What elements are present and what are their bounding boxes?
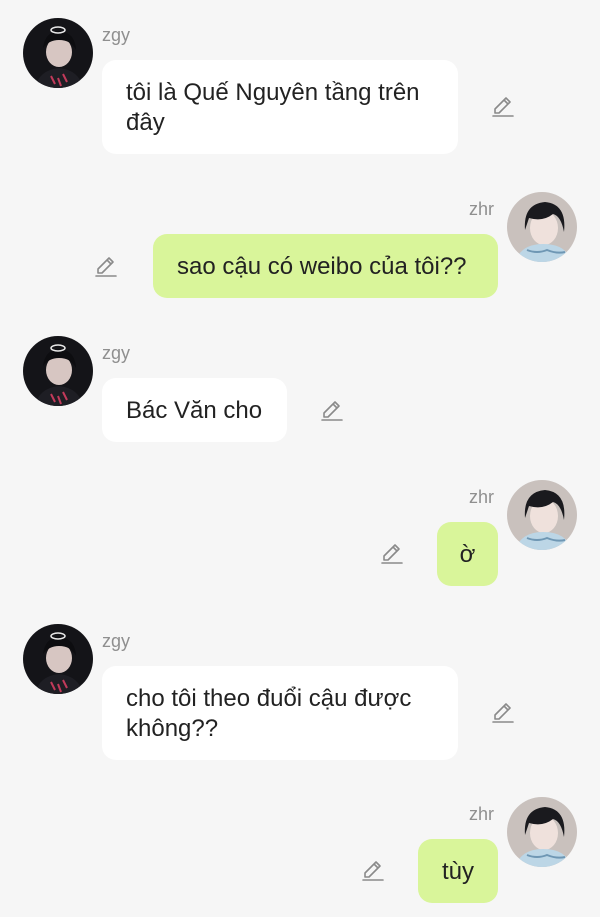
- sender-name: zgy: [102, 25, 131, 45]
- avatar-image: [507, 480, 577, 550]
- avatar-image: [507, 797, 577, 867]
- pencil-icon[interactable]: [490, 700, 516, 726]
- message-row: zgy Bác Văn cho: [0, 336, 600, 446]
- message-bubble[interactable]: Bác Văn cho: [102, 378, 287, 442]
- avatar-image: [23, 336, 93, 406]
- avatar-zgy[interactable]: [23, 18, 93, 88]
- pencil-icon[interactable]: [93, 254, 119, 280]
- avatar-image: [23, 624, 93, 694]
- avatar-zhr[interactable]: [507, 797, 577, 867]
- sender-name: zgy: [102, 343, 131, 363]
- sender-name: zhr: [469, 487, 495, 507]
- avatar-zgy[interactable]: [23, 336, 93, 406]
- pencil-icon[interactable]: [319, 398, 345, 424]
- sender-name: zhr: [469, 804, 495, 824]
- pencil-icon[interactable]: [379, 541, 405, 567]
- avatar-zhr[interactable]: [507, 192, 577, 262]
- avatar-image: [507, 192, 577, 262]
- message-row: zhr ờ: [0, 480, 600, 590]
- sender-name: zhr: [469, 199, 495, 219]
- avatar-zgy[interactable]: [23, 624, 93, 694]
- message-row: zhr tùy: [0, 797, 600, 907]
- sender-name: zgy: [102, 631, 131, 651]
- message-row: zhr sao cậu có weibo của tôi??: [0, 192, 600, 302]
- message-bubble[interactable]: cho tôi theo đuổi cậu được không??: [102, 666, 458, 760]
- pencil-icon[interactable]: [360, 858, 386, 884]
- message-bubble[interactable]: ờ: [437, 522, 498, 586]
- avatar-image: [23, 18, 93, 88]
- message-row: zgy tôi là Quế Nguyên tầng trên đây: [0, 18, 600, 158]
- message-bubble[interactable]: tùy: [418, 839, 498, 903]
- message-bubble[interactable]: sao cậu có weibo của tôi??: [153, 234, 498, 298]
- avatar-zhr[interactable]: [507, 480, 577, 550]
- message-row: zgy cho tôi theo đuổi cậu được không??: [0, 624, 600, 764]
- pencil-icon[interactable]: [490, 94, 516, 120]
- message-bubble[interactable]: tôi là Quế Nguyên tầng trên đây: [102, 60, 458, 154]
